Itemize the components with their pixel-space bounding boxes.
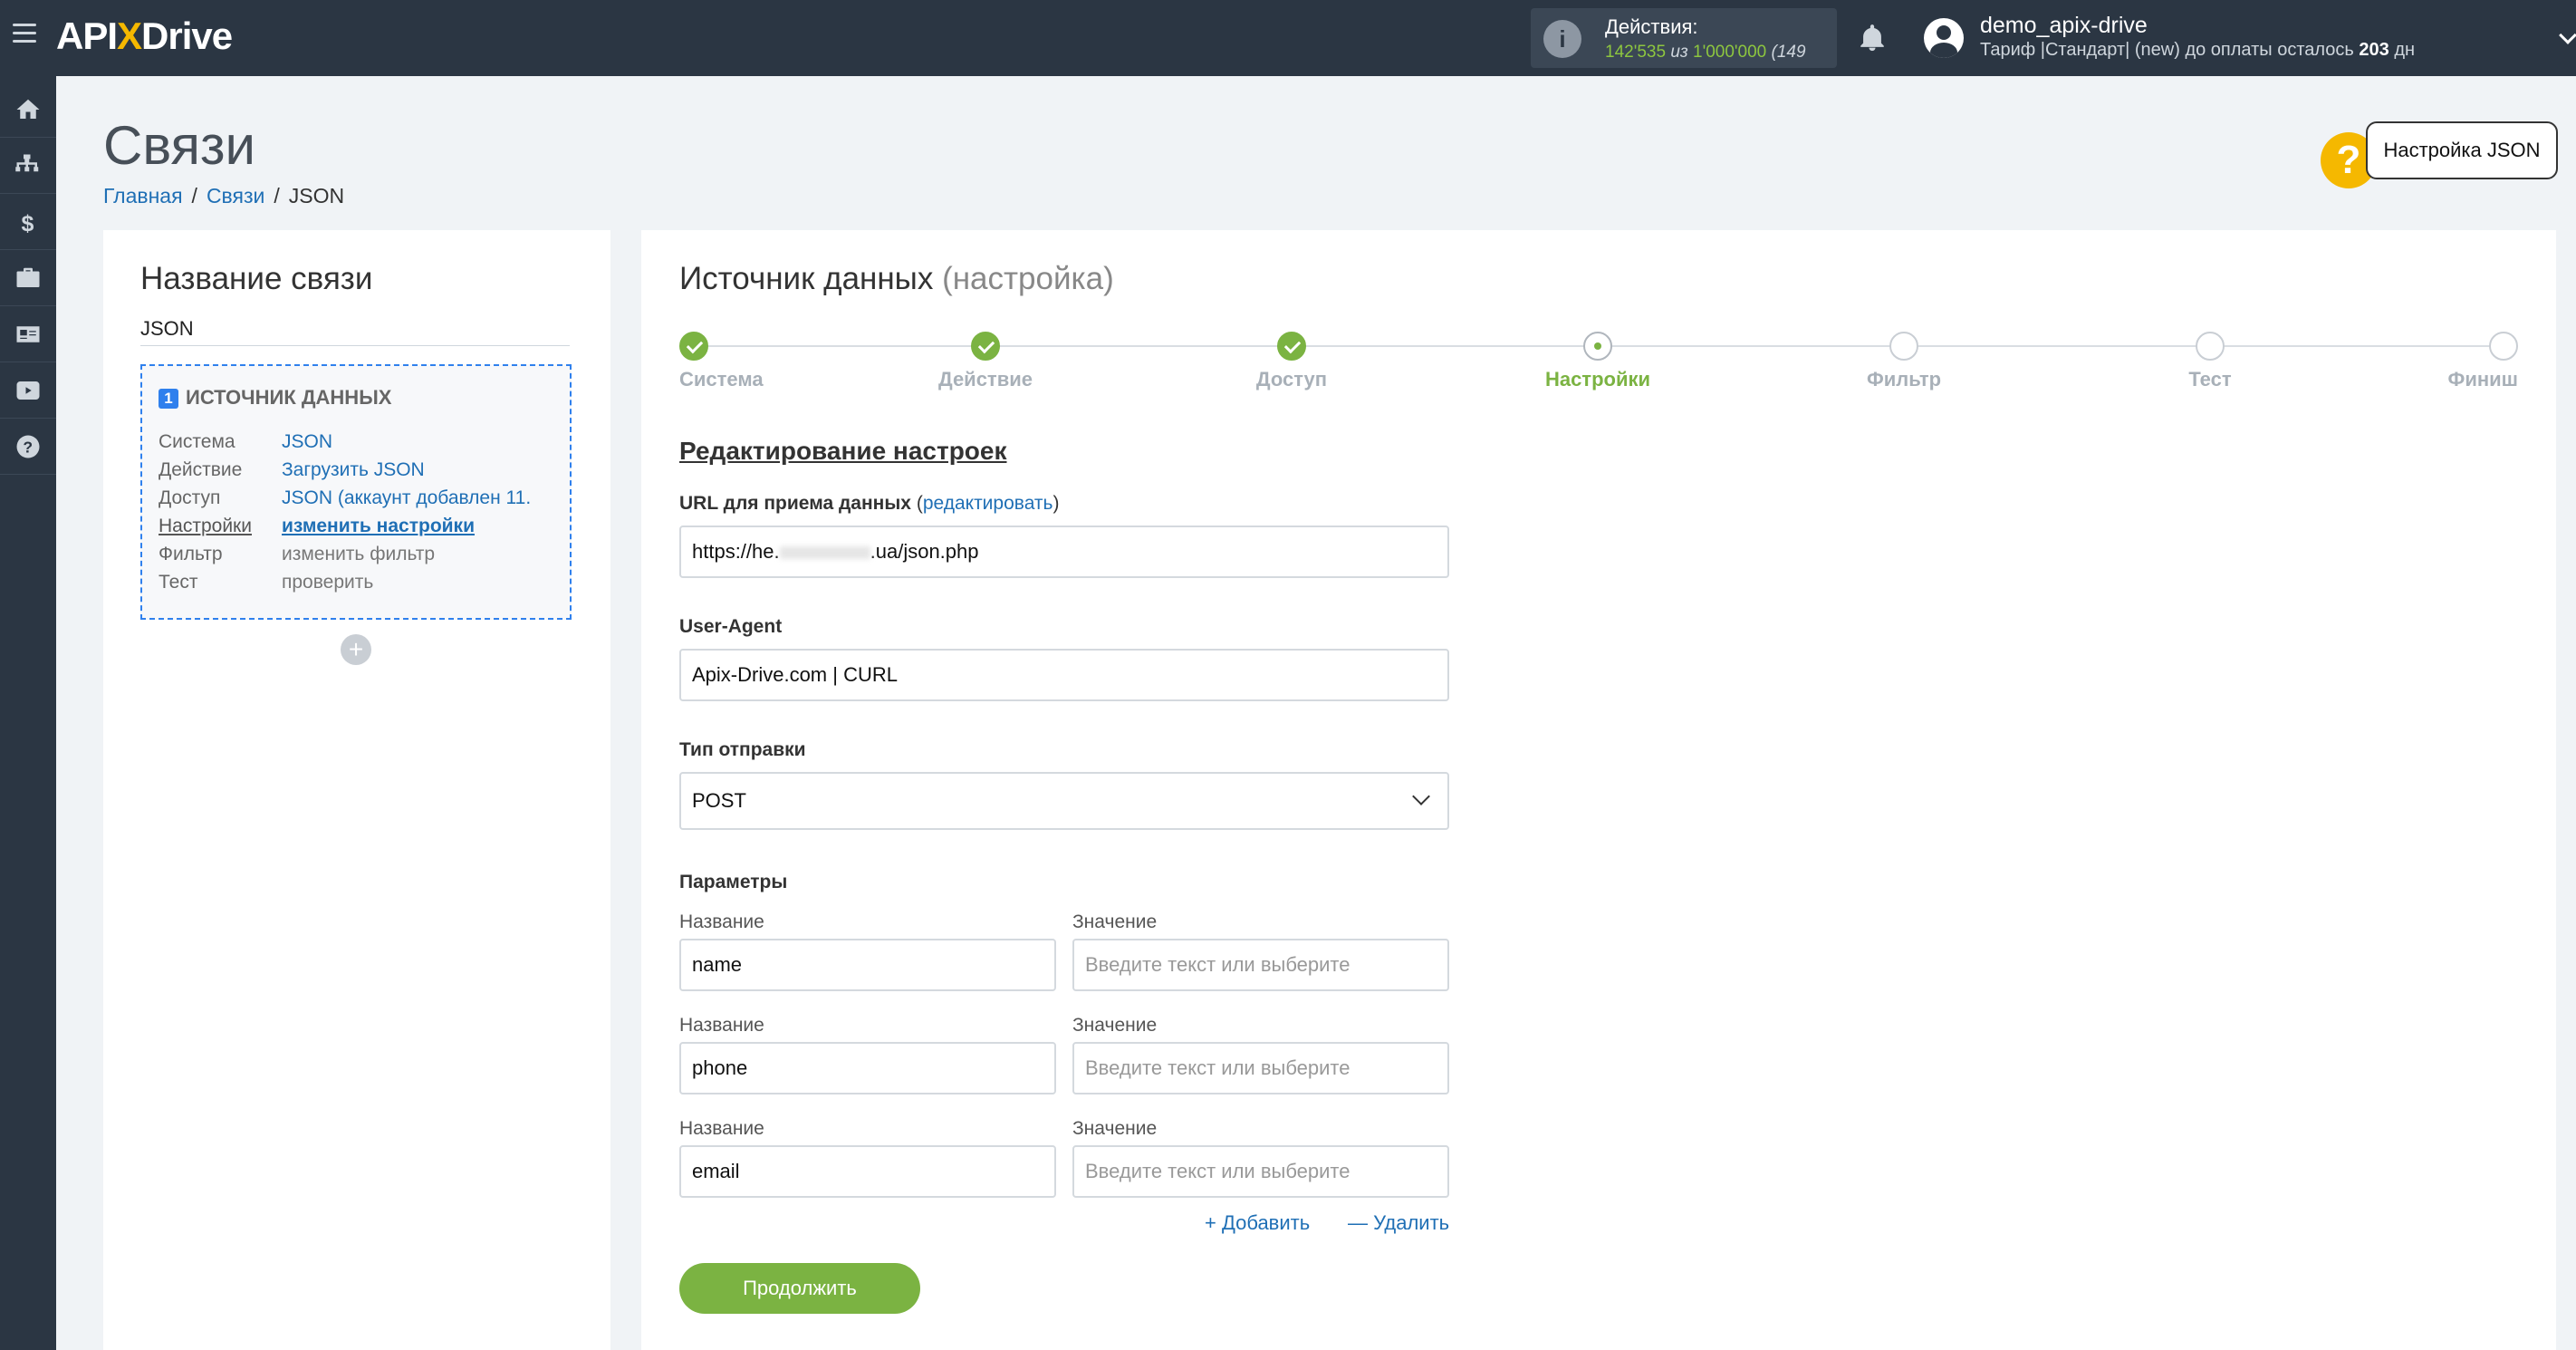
breadcrumb-current: JSON <box>288 184 345 207</box>
step-access[interactable]: Доступ <box>1219 332 1364 391</box>
send-type-label: Тип отправки <box>679 739 806 760</box>
param-name-label: Название <box>679 911 764 932</box>
params-label: Параметры <box>679 872 788 892</box>
source-row-action: Действие Загрузить JSON <box>159 459 425 480</box>
connection-name-title: Название связи <box>140 261 373 296</box>
source-row-settings: Настройки изменить настройки <box>159 516 475 536</box>
help-icon[interactable]: ? <box>0 419 56 475</box>
menu-icon[interactable] <box>13 24 36 45</box>
step-system[interactable]: Система <box>679 332 788 391</box>
user-plan: Тариф |Стандарт| (new) до оплаты осталос… <box>1980 40 2416 60</box>
help-json-button[interactable]: Настройка JSON <box>2366 121 2558 179</box>
url-label: URL для приема данных (редактировать) <box>679 493 1060 514</box>
param-name-label: Название <box>679 1015 764 1036</box>
dollar-icon[interactable]: $ <box>0 194 56 250</box>
param-value-input[interactable]: Введите текст или выберите <box>1072 1042 1449 1094</box>
param-value-input[interactable]: Введите текст или выберите <box>1072 939 1449 991</box>
source-block[interactable]: 1 ИСТОЧНИК ДАННЫХ Система JSON Действие Заг… <box>140 364 572 620</box>
param-value-label: Значение <box>1072 1118 1158 1139</box>
actions-label: Действия: <box>1605 15 1698 38</box>
param-value-label: Значение <box>1072 911 1158 932</box>
step-test[interactable]: Тест <box>2138 332 2283 391</box>
remove-param-button[interactable]: — Удалить <box>1348 1211 1449 1235</box>
sidebar: $ ? <box>0 76 56 1350</box>
param-value-input[interactable]: Введите текст или выберите <box>1072 1145 1449 1198</box>
step-action[interactable]: Действие <box>913 332 1058 391</box>
param-value-label: Значение <box>1072 1015 1158 1036</box>
continue-button[interactable]: Продолжить <box>679 1263 920 1314</box>
source-settings-panel: Источник данных (настройка) Система Дейс… <box>641 230 2556 1350</box>
step-settings[interactable]: Настройки <box>1525 332 1670 391</box>
info-icon: i <box>1543 20 1581 58</box>
id-card-icon[interactable] <box>0 306 56 362</box>
breadcrumb: Главная / Связи / JSON <box>103 184 345 207</box>
step-finish[interactable]: Финиш <box>2409 332 2518 391</box>
svg-text:?: ? <box>23 438 33 456</box>
breadcrumb-links[interactable]: Связи <box>207 184 264 207</box>
bell-icon[interactable] <box>1857 22 1888 54</box>
logo[interactable]: APIXDrive <box>56 14 233 58</box>
home-icon[interactable] <box>0 82 56 138</box>
briefcase-icon[interactable] <box>0 250 56 306</box>
param-name-input[interactable]: phone <box>679 1042 1056 1094</box>
step-filter[interactable]: Фильтр <box>1831 332 1976 391</box>
sitemap-icon[interactable] <box>0 138 56 194</box>
add-block-button[interactable]: + <box>341 634 371 665</box>
user-name[interactable]: demo_apix-drive <box>1980 13 2148 39</box>
page-title: Связи <box>103 115 256 176</box>
panel-title: Источник данных (настройка) <box>679 261 1114 296</box>
actions-value: 142'535 из 1'000'000 (149 <box>1605 43 1806 62</box>
source-header: 1 ИСТОЧНИК ДАННЫХ <box>159 386 391 410</box>
avatar[interactable] <box>1924 18 1964 58</box>
send-type-select[interactable]: POST <box>679 772 1449 830</box>
user-agent-label: User-Agent <box>679 616 783 637</box>
connection-panel: Название связи JSON 1 ИСТОЧНИК ДАННЫХ Сис… <box>103 230 610 1350</box>
param-name-label: Название <box>679 1118 764 1139</box>
param-name-input[interactable]: name <box>679 939 1056 991</box>
actions-counter[interactable]: i Действия: 142'535 из 1'000'000 (149 <box>1531 8 1837 68</box>
chevron-down-icon[interactable] <box>2559 26 2576 44</box>
user-agent-input[interactable]: Apix-Drive.com | CURL <box>679 649 1449 701</box>
youtube-icon[interactable] <box>0 362 56 419</box>
param-name-input[interactable]: email <box>679 1145 1056 1198</box>
source-row-access: Доступ JSON (аккаунт добавлен 11. <box>159 487 532 508</box>
add-param-button[interactable]: + Добавить <box>1205 1211 1310 1235</box>
url-input[interactable]: https://he. .ua/json.php <box>679 526 1449 578</box>
top-bar: APIXDrive i Действия: 142'535 из 1'000'0… <box>0 0 2576 76</box>
chevron-down-icon <box>1412 787 1430 805</box>
connection-name-input[interactable]: JSON <box>140 315 570 346</box>
source-row-test: Тест проверить <box>159 572 374 593</box>
source-row-filter: Фильтр изменить фильтр <box>159 544 436 564</box>
svg-text:$: $ <box>22 211 34 236</box>
breadcrumb-home[interactable]: Главная <box>103 184 183 207</box>
section-title: Редактирование настроек <box>679 437 1007 465</box>
url-edit-link[interactable]: редактировать <box>923 493 1053 514</box>
source-row-system: Система JSON <box>159 431 333 452</box>
